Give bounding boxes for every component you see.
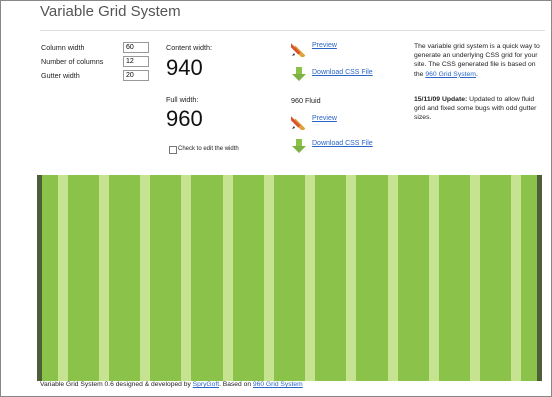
- intro-text: The variable grid system is a quick way …: [414, 43, 540, 78]
- gutter-width-label: Gutter width: [41, 71, 80, 80]
- num-columns-label: Number of columns: [41, 57, 104, 66]
- title-divider: [40, 30, 545, 31]
- download-arrow-icon: [292, 139, 306, 153]
- download-css-link[interactable]: Download CSS File: [312, 69, 373, 76]
- pencil-ruler-icon: [291, 116, 306, 130]
- page-title: Variable Grid System: [40, 3, 181, 20]
- download-fluid-css-link[interactable]: Download CSS File: [312, 140, 373, 147]
- grid-gutter-stripe: [98, 175, 109, 381]
- grid-gutter-stripe: [511, 175, 522, 381]
- grid-gutter-stripe: [387, 175, 398, 381]
- 960-grid-system-link[interactable]: 960 Grid System: [425, 71, 476, 78]
- column-width-label: Column width: [41, 43, 85, 52]
- grid-left-edge: [37, 175, 42, 381]
- grid-gutter-stripe: [263, 175, 274, 381]
- preview-fluid-link[interactable]: Preview: [312, 115, 337, 122]
- grid-gutter-stripe: [305, 175, 316, 381]
- full-width-value: 960: [166, 106, 203, 131]
- pencil-ruler-icon: [291, 43, 306, 57]
- grid-gutter-stripe: [428, 175, 439, 381]
- content-width-label: Content width:: [166, 43, 212, 52]
- gutter-width-input[interactable]: [123, 70, 149, 81]
- 960-grid-footer-link[interactable]: 960 Grid System: [253, 381, 303, 388]
- footer: Variable Grid System 0.6 designed & deve…: [40, 381, 303, 388]
- preview-link[interactable]: Preview: [312, 42, 337, 49]
- edit-width-checkbox[interactable]: [169, 146, 177, 154]
- grid-gutter-stripe: [57, 175, 68, 381]
- author-link[interactable]: SpryGoft: [193, 381, 219, 388]
- grid-gutter-stripe: [140, 175, 151, 381]
- grid-right-edge: [537, 175, 542, 381]
- grid-gutter-stripe: [222, 175, 233, 381]
- full-width-label: Full width:: [166, 95, 199, 104]
- column-width-input[interactable]: [123, 42, 149, 53]
- edit-width-checkbox-label: Check to edit the width: [178, 146, 239, 152]
- update-date: 15/11/09 Update:: [414, 96, 468, 103]
- update-note: 15/11/09 Update: Updated to allow fluid …: [414, 96, 537, 122]
- content-width-value: 940: [166, 55, 203, 80]
- fluid-heading: 960 Fluid: [291, 96, 321, 105]
- download-arrow-icon: [292, 67, 306, 81]
- grid-gutter-stripe: [470, 175, 481, 381]
- grid-gutter-stripe: [346, 175, 357, 381]
- grid-gutter-stripe: [181, 175, 192, 381]
- grid-preview: [37, 175, 542, 381]
- num-columns-input[interactable]: [123, 56, 149, 67]
